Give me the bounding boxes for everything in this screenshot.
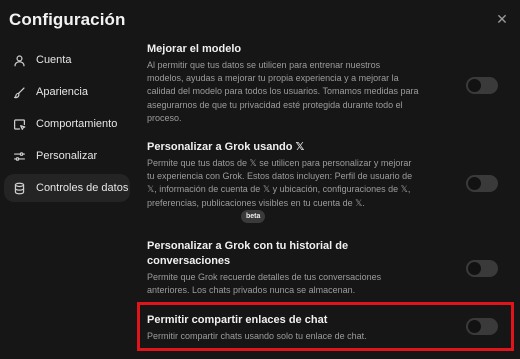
setting-title: Personalizar a Grok con tu historial de …: [147, 240, 349, 267]
setting-description: Permite que Grok recuerde detalles de tu…: [147, 272, 382, 296]
setting-mejorar-modelo: Mejorar el modelo Al permitir que tus da…: [147, 42, 507, 125]
cursor-window-icon: [12, 117, 26, 131]
sliders-icon: [12, 149, 26, 163]
sidebar-item-cuenta[interactable]: Cuenta: [4, 46, 130, 74]
toggle-historial-conversaciones[interactable]: [466, 260, 498, 277]
setting-historial-conversaciones: Personalizar a Grok con tu historial de …: [147, 239, 507, 297]
dialog-title: Configuración: [9, 10, 126, 29]
setting-description: Al permitir que tus datos se utilicen pa…: [147, 60, 419, 123]
setting-title: Personalizar a Grok usando 𝕏: [147, 141, 305, 153]
sidebar: Cuenta Apariencia Comportamiento Persona…: [0, 42, 136, 206]
setting-title: Mejorar el modelo: [147, 43, 242, 55]
sidebar-item-label: Apariencia: [36, 86, 88, 98]
sidebar-item-label: Controles de datos: [36, 182, 129, 194]
sidebar-item-comportamiento[interactable]: Comportamiento: [4, 110, 130, 138]
sidebar-item-controles-de-datos[interactable]: Controles de datos: [4, 174, 130, 202]
sidebar-item-label: Cuenta: [36, 54, 72, 66]
highlight-box: [137, 302, 514, 351]
beta-badge: beta: [241, 210, 266, 223]
sidebar-item-label: Comportamiento: [36, 118, 118, 130]
toggle-knob: [468, 262, 481, 275]
close-icon[interactable]: ✕: [495, 12, 509, 26]
user-icon: [12, 53, 26, 67]
brush-icon: [12, 85, 26, 99]
setting-description: Permite que tus datos de 𝕏 se utilicen p…: [147, 158, 413, 208]
setting-personalizar-x: Personalizar a Grok usando 𝕏 Permite que…: [147, 140, 507, 210]
sidebar-item-apariencia[interactable]: Apariencia: [4, 78, 130, 106]
sidebar-item-label: Personalizar: [36, 150, 98, 162]
toggle-knob: [468, 177, 481, 190]
toggle-mejorar-modelo[interactable]: [466, 77, 498, 94]
sidebar-item-personalizar[interactable]: Personalizar: [4, 142, 130, 170]
settings-dialog: Configuración ✕ Cuenta Apariencia Compor…: [0, 0, 520, 359]
database-icon: [12, 181, 26, 195]
toggle-personalizar-x[interactable]: [466, 175, 498, 192]
toggle-knob: [468, 79, 481, 92]
